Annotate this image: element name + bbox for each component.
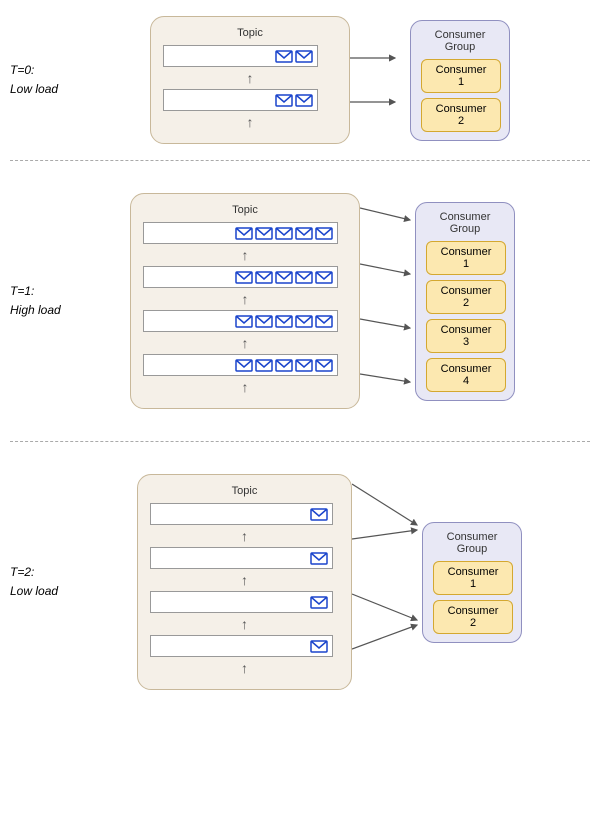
email-icon bbox=[295, 315, 313, 328]
time-t0-line1: T=0: bbox=[10, 63, 34, 77]
partition-bar-t0-2 bbox=[163, 89, 318, 111]
email-icon bbox=[255, 315, 273, 328]
email-icon bbox=[235, 271, 253, 284]
partition-t1-4 bbox=[143, 354, 347, 376]
email-icon bbox=[235, 359, 253, 372]
partition-bar-t2-3 bbox=[150, 591, 333, 613]
partition-t0-1 bbox=[163, 45, 337, 67]
email-icon bbox=[275, 227, 293, 240]
email-icon bbox=[255, 271, 273, 284]
email-icon bbox=[275, 359, 293, 372]
partition-bar-t1-1 bbox=[143, 222, 338, 244]
email-icon bbox=[315, 359, 333, 372]
email-icon bbox=[275, 271, 293, 284]
consumer-t2-2: Consumer 2 bbox=[433, 600, 513, 634]
topic-box-t2: Topic ↑ ↑ ↑ ↑ bbox=[137, 474, 352, 690]
consumer-group-t2: Consumer Group Consumer 1 Consumer 2 bbox=[422, 522, 522, 643]
section-t0: T=0: Low load Topic ↑ ↑ bbox=[0, 0, 600, 160]
email-icon bbox=[315, 271, 333, 284]
email-icon bbox=[315, 315, 333, 328]
cg-label-t2: Consumer Group bbox=[433, 531, 511, 555]
email-icon bbox=[275, 315, 293, 328]
email-icon bbox=[295, 271, 313, 284]
time-label-t0: T=0: Low load bbox=[10, 61, 90, 99]
time-label-t2: T=2: Low load bbox=[10, 563, 90, 601]
email-icon bbox=[295, 94, 313, 107]
email-icon bbox=[295, 227, 313, 240]
partition-t0-2 bbox=[163, 89, 337, 111]
email-icon bbox=[255, 359, 273, 372]
time-label-t1: T=1: High load bbox=[10, 282, 90, 320]
partition-bar-t1-4 bbox=[143, 354, 338, 376]
email-icon bbox=[275, 50, 293, 63]
cg-label-t1: Consumer Group bbox=[426, 211, 504, 235]
partition-bar-t1-2 bbox=[143, 266, 338, 288]
topic-label-t2: Topic bbox=[150, 485, 339, 497]
email-icon bbox=[310, 508, 328, 521]
partition-t2-2 bbox=[150, 547, 339, 569]
partition-t1-1 bbox=[143, 222, 347, 244]
connectors-t1 bbox=[360, 186, 415, 416]
email-icon bbox=[310, 596, 328, 609]
consumer-t1-4: Consumer 4 bbox=[426, 358, 506, 392]
connectors-t2 bbox=[352, 462, 422, 702]
section-t2: T=2: Low load Topic ↑ ↑ ↑ ↑ bbox=[0, 442, 600, 722]
partition-bar-t2-4 bbox=[150, 635, 333, 657]
topic-box-t1: Topic ↑ ↑ bbox=[130, 193, 360, 409]
connectors-t0 bbox=[350, 30, 410, 130]
arrow-t0-2: ↑ bbox=[163, 115, 337, 129]
partition-t2-3 bbox=[150, 591, 339, 613]
arrow-t0-1: ↑ bbox=[163, 71, 337, 85]
consumer-t1-2: Consumer 2 bbox=[426, 280, 506, 314]
partition-t1-3 bbox=[143, 310, 347, 332]
email-icon bbox=[315, 227, 333, 240]
topic-label-t0: Topic bbox=[163, 27, 337, 39]
email-icon bbox=[235, 315, 253, 328]
consumer-t1-1: Consumer 1 bbox=[426, 241, 506, 275]
consumer-t1-3: Consumer 3 bbox=[426, 319, 506, 353]
partition-bar-t2-2 bbox=[150, 547, 333, 569]
cg-label-t0: Consumer Group bbox=[421, 29, 499, 53]
consumer-t2-1: Consumer 1 bbox=[433, 561, 513, 595]
email-icon bbox=[255, 227, 273, 240]
consumer-t0-2: Consumer 2 bbox=[421, 98, 501, 132]
topic-label-t1: Topic bbox=[143, 204, 347, 216]
time-t1-line1: T=1: bbox=[10, 284, 34, 298]
partition-bar-t2-1 bbox=[150, 503, 333, 525]
partition-t2-4 bbox=[150, 635, 339, 657]
time-t1-line2: High load bbox=[10, 303, 61, 317]
email-icon bbox=[295, 359, 313, 372]
consumer-group-t0: Consumer Group Consumer 1 Consumer 2 bbox=[410, 20, 510, 141]
topic-box-t0: Topic ↑ ↑ bbox=[150, 16, 350, 144]
partition-bar-t0-1 bbox=[163, 45, 318, 67]
partition-bar-t1-3 bbox=[143, 310, 338, 332]
email-icon bbox=[310, 552, 328, 565]
partition-t1-2 bbox=[143, 266, 347, 288]
consumer-t0-1: Consumer 1 bbox=[421, 59, 501, 93]
email-icon bbox=[295, 50, 313, 63]
consumer-group-t1: Consumer Group Consumer 1 Consumer 2 Con… bbox=[415, 202, 515, 401]
partition-t2-1 bbox=[150, 503, 339, 525]
email-icon bbox=[235, 227, 253, 240]
section-t1: T=1: High load Topic ↑ ↑ bbox=[0, 161, 600, 441]
email-icon bbox=[310, 640, 328, 653]
time-t2-line1: T=2: bbox=[10, 565, 34, 579]
email-icon bbox=[275, 94, 293, 107]
time-t0-line2: Low load bbox=[10, 82, 58, 96]
time-t2-line2: Low load bbox=[10, 584, 58, 598]
